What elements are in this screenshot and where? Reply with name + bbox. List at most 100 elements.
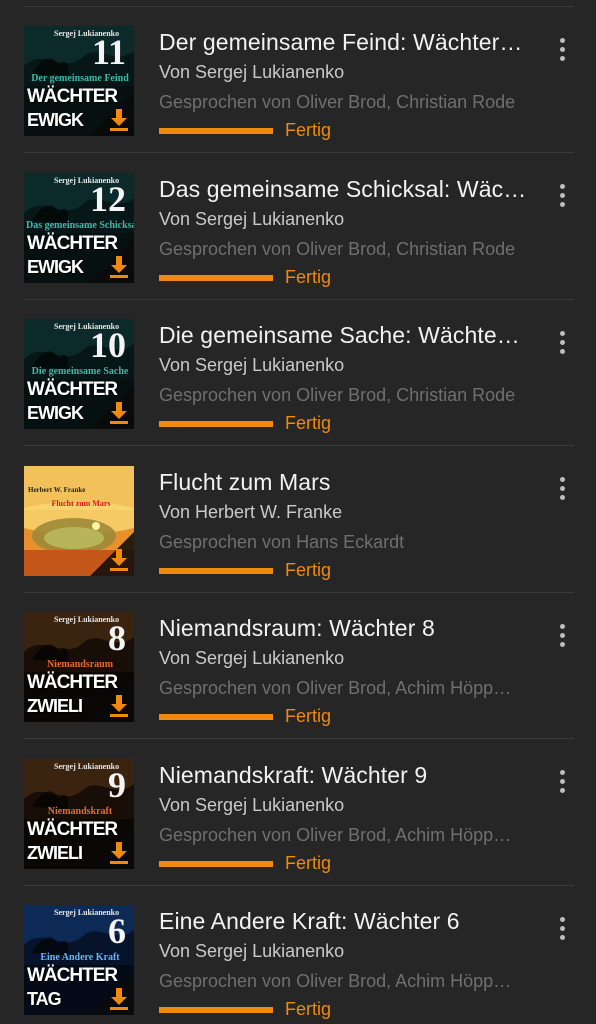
dot	[559, 37, 565, 43]
dot	[559, 486, 565, 491]
dot	[559, 779, 565, 784]
book-row[interactable]: Sergej Lukianenko 6 Eine Andere Kraft WÄ…	[0, 886, 596, 1024]
book-cover[interactable]: Sergej Lukianenko 6 Eine Andere Kraft WÄ…	[24, 905, 134, 1015]
more-options-icon[interactable]	[548, 29, 576, 69]
more-options-icon[interactable]	[548, 908, 576, 948]
cover-subtitle: Niemandsraum	[46, 659, 114, 670]
status-label: Fertig	[285, 852, 332, 873]
dot	[559, 788, 565, 793]
book-cover[interactable]: Sergej Lukianenko 9 Niemandskraft WÄCHTE…	[24, 758, 134, 869]
dot	[559, 934, 565, 940]
status-label: Fertig	[285, 120, 332, 140]
book-row[interactable]: Sergej Lukianenko 9 Niemandskraft WÄCHTE…	[0, 740, 596, 886]
status-label: Fertig	[285, 999, 332, 1019]
book-narrator: Gesprochen von Oliver Brod, Christian Ro…	[159, 92, 516, 112]
more-options-icon[interactable]	[548, 762, 576, 802]
book-title[interactable]: Niemandsraum: Wächter 8	[159, 615, 527, 642]
progress-fill	[159, 274, 273, 281]
book-author: Von Sergej Lukianenko	[159, 794, 345, 815]
download-icon	[110, 109, 128, 131]
cover-number: 8	[108, 618, 126, 658]
book-row[interactable]: Sergej Lukianenko 12 Das gemeinsame Schi…	[0, 154, 596, 300]
download-icon	[110, 255, 128, 278]
cover-series-line2: EWIGK	[27, 256, 84, 277]
dot	[559, 770, 565, 775]
progress-bar	[159, 860, 273, 867]
book-cover[interactable]: Sergej Lukianenko 11 Der gemeinsame Fein…	[24, 26, 134, 136]
download-icon	[110, 841, 128, 864]
book-row[interactable]: Sergej Lukianenko 11 Der gemeinsame Fein…	[0, 7, 596, 153]
book-title[interactable]: Niemandskraft: Wächter 9	[159, 762, 527, 789]
cover-subtitle: Die gemeinsame Sache	[31, 366, 129, 377]
status-label: Fertig	[285, 266, 332, 287]
book-title[interactable]: Eine Andere Kraft: Wächter 6	[159, 908, 527, 935]
progress-bar	[159, 274, 273, 281]
dot	[559, 202, 565, 207]
book-row[interactable]: Herbert W. Franke Flucht zum Mars Flucht…	[0, 447, 596, 593]
cover-number: 12	[90, 178, 126, 219]
book-author: Von Sergej Lukianenko	[159, 648, 345, 668]
progress-fill	[159, 421, 273, 427]
book-cover[interactable]: Sergej Lukianenko 8 Niemandsraum WÄCHTER…	[24, 612, 134, 722]
book-cover[interactable]: Sergej Lukianenko 12 Das gemeinsame Schi…	[24, 172, 134, 283]
progress-bar	[159, 128, 273, 134]
cover-number: 11	[91, 32, 126, 72]
dot	[559, 925, 565, 931]
dot	[559, 623, 565, 629]
cover-series-line2: EWIGK	[27, 403, 84, 423]
download-icon	[110, 402, 128, 424]
book-title[interactable]: Das gemeinsame Schicksal: Wächter 12	[159, 176, 527, 203]
cover-subtitle: Das gemeinsame Schicksal	[26, 219, 134, 231]
cover-series-line2: ZWIELI	[27, 842, 83, 863]
progress-fill	[159, 128, 273, 134]
download-icon	[110, 695, 128, 717]
dot	[559, 916, 565, 922]
more-options-icon[interactable]	[548, 469, 576, 509]
progress-fill	[159, 714, 273, 720]
download-icon	[110, 548, 128, 571]
dot	[559, 477, 565, 482]
progress-bar	[159, 1007, 273, 1013]
book-author: Von Sergej Lukianenko	[159, 941, 345, 961]
more-options-icon[interactable]	[548, 322, 576, 362]
status-label: Fertig	[285, 559, 332, 580]
dot	[559, 193, 565, 198]
book-title[interactable]: Die gemeinsame Sache: Wächter 10	[159, 322, 527, 349]
dot	[559, 641, 565, 647]
book-row[interactable]: Sergej Lukianenko 10 Die gemeinsame Sach…	[0, 300, 596, 446]
book-cover[interactable]: Sergej Lukianenko 10 Die gemeinsame Sach…	[24, 319, 134, 429]
book-title[interactable]: Der gemeinsame Feind: Wächter 11	[159, 29, 527, 56]
book-author: Von Herbert W. Franke	[159, 501, 343, 522]
progress-bar	[159, 421, 273, 427]
cover-number: 6	[108, 911, 126, 951]
book-cover[interactable]: Herbert W. Franke Flucht zum Mars	[24, 465, 134, 576]
book-author: Von Sergej Lukianenko	[159, 208, 345, 229]
dot	[559, 184, 565, 189]
progress-fill	[159, 567, 273, 574]
cover-subtitle: Niemandskraft	[47, 805, 113, 817]
book-row[interactable]: Sergej Lukianenko 8 Niemandsraum WÄCHTER…	[0, 593, 596, 739]
cover-subtitle: Eine Andere Kraft	[40, 952, 120, 963]
more-options-icon[interactable]	[548, 615, 576, 655]
status-label: Fertig	[285, 413, 332, 433]
book-narrator: Gesprochen von Oliver Brod, Achim Höppne…	[159, 678, 519, 698]
book-narrator: Gesprochen von Oliver Brod, Achim Höppne…	[159, 824, 519, 845]
dot	[559, 348, 565, 354]
cover-number: 9	[108, 764, 126, 805]
dot	[559, 495, 565, 500]
download-icon	[110, 988, 128, 1010]
dot	[559, 46, 565, 52]
progress-fill	[159, 860, 273, 867]
status-label: Fertig	[285, 706, 332, 726]
library-list: Sergej Lukianenko 11 Der gemeinsame Fein…	[0, 0, 596, 1024]
dot	[559, 55, 565, 61]
book-title[interactable]: Flucht zum Mars	[159, 469, 527, 496]
dot	[559, 632, 565, 638]
progress-bar	[159, 714, 273, 720]
more-options-icon[interactable]	[548, 176, 576, 216]
cover-series-line2: TAG	[27, 989, 62, 1009]
cover-series-line2: ZWIELI	[27, 696, 83, 716]
book-narrator: Gesprochen von Oliver Brod, Christian Ro…	[159, 385, 516, 405]
progress-fill	[159, 1007, 273, 1013]
progress-bar	[159, 567, 273, 574]
